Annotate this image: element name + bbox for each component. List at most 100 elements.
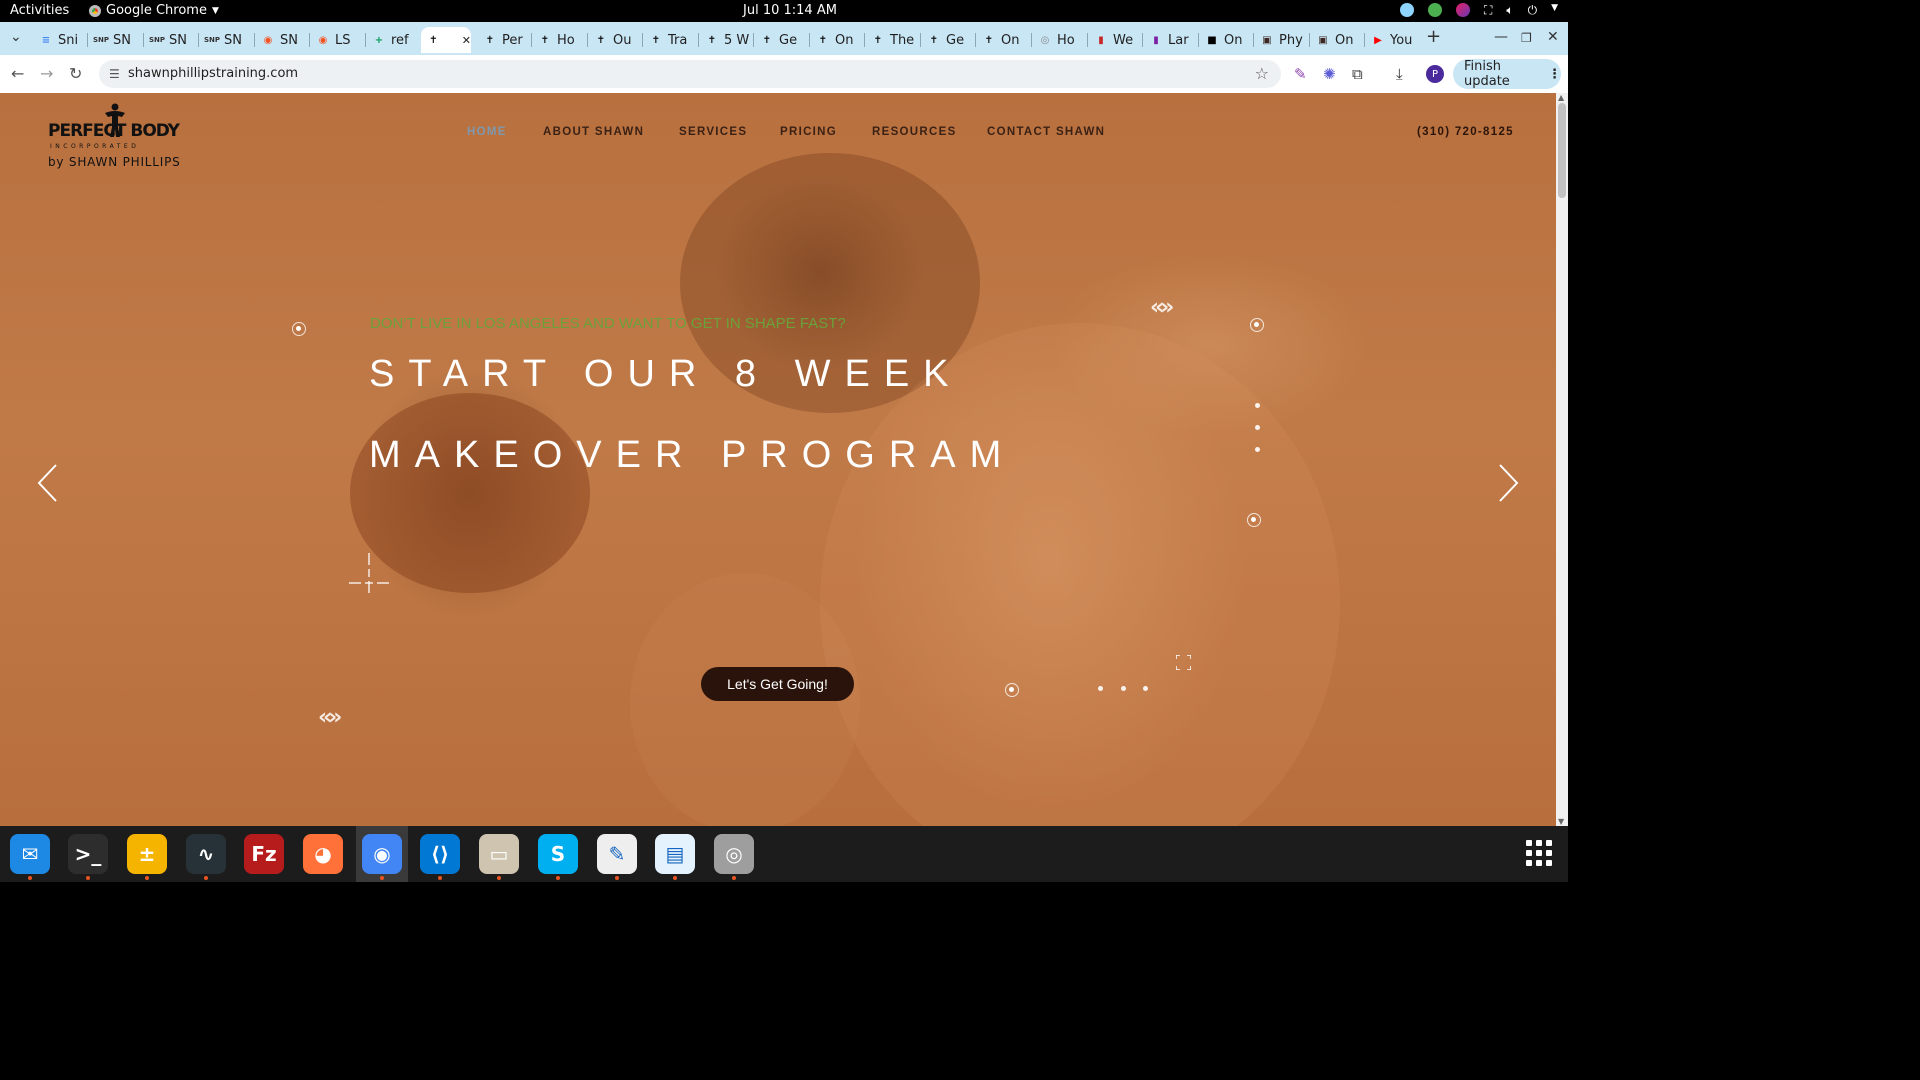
- scrollbar-thumb[interactable]: [1558, 103, 1566, 198]
- ring-decoration-icon: [292, 322, 306, 336]
- tab[interactable]: ◉ LS: [310, 27, 362, 53]
- tab[interactable]: + ref: [366, 27, 418, 53]
- tab[interactable]: ✝ ✕: [421, 27, 471, 53]
- tab-label: Ho: [557, 32, 575, 48]
- slider-dot[interactable]: [1121, 686, 1126, 691]
- tab[interactable]: ✝ Ge: [921, 27, 973, 53]
- chevron-down-icon[interactable]: ▼: [1551, 3, 1558, 17]
- tab-separator: [1198, 33, 1199, 47]
- site-info-icon[interactable]: ☰: [109, 67, 120, 81]
- filezilla-icon[interactable]: Fz: [244, 834, 284, 874]
- tab-label: On: [1224, 32, 1243, 48]
- site-icon: ✝: [651, 34, 661, 46]
- tab[interactable]: ▣ On: [1310, 27, 1362, 53]
- calculator-icon[interactable]: ±: [127, 834, 167, 880]
- nav-about-shawn[interactable]: ABOUT SHAWN: [543, 126, 644, 138]
- tab[interactable]: ✝ Per: [477, 27, 529, 53]
- tab[interactable]: ✝ Ge: [754, 27, 806, 53]
- scroll-up-icon[interactable]: ▲: [1558, 93, 1564, 102]
- slider-next-arrow-icon[interactable]: [1496, 463, 1520, 503]
- check-status-icon[interactable]: [1427, 3, 1442, 17]
- site-logo[interactable]: PERFECT BODY INCORPORATED by SHAWN PHILL…: [48, 103, 183, 171]
- vscode-icon[interactable]: ⟨⟩: [420, 834, 460, 880]
- skype-icon[interactable]: S: [538, 834, 578, 880]
- power-icon[interactable]: ⏻: [1528, 3, 1538, 17]
- page-scrollbar[interactable]: ▲ ▼: [1556, 93, 1568, 826]
- system-tray[interactable]: ⛶ 🔈︎ ⏻ ▼: [1399, 3, 1558, 17]
- tab[interactable]: ▣ Phy: [1254, 27, 1306, 53]
- thunderbird-icon[interactable]: ✉: [10, 834, 50, 880]
- sync-status-icon[interactable]: [1399, 3, 1414, 17]
- tab[interactable]: ✝ Tra: [643, 27, 695, 53]
- tab[interactable]: ▮ Lar: [1143, 27, 1195, 53]
- system-monitor-icon[interactable]: ∿: [186, 834, 226, 880]
- close-window-button[interactable]: ✕: [1547, 29, 1559, 45]
- tab[interactable]: ✝ On: [976, 27, 1028, 53]
- tab-label: On: [1335, 32, 1354, 48]
- extensions-icon[interactable]: ⧉: [1352, 65, 1363, 83]
- gear-extension-icon[interactable]: ✺: [1323, 65, 1336, 83]
- tab[interactable]: SNP SN: [144, 27, 196, 53]
- site-icon: ✝: [485, 34, 495, 46]
- tab[interactable]: ✝ On: [810, 27, 862, 53]
- scroll-down-icon[interactable]: ▼: [1558, 817, 1564, 826]
- lets-get-going-button[interactable]: Let's Get Going!: [701, 667, 854, 701]
- tab[interactable]: ≡ Sni: [33, 27, 85, 53]
- phone-link[interactable]: (310) 720-8125: [1417, 126, 1514, 138]
- tab[interactable]: ▮ We: [1088, 27, 1140, 53]
- activities-button[interactable]: Activities: [10, 3, 69, 18]
- tab[interactable]: ✝ The: [865, 27, 917, 53]
- forward-button[interactable]: →: [40, 64, 53, 83]
- files-icon[interactable]: ▭: [479, 834, 519, 880]
- clock[interactable]: Jul 10 1:14 AM: [743, 3, 837, 18]
- nav-contact-shawn[interactable]: CONTACT SHAWN: [987, 126, 1105, 138]
- colorful-extension-icon[interactable]: [1455, 3, 1470, 17]
- tab[interactable]: ◎ Ho: [1032, 27, 1084, 53]
- restore-button[interactable]: ❐: [1521, 31, 1532, 45]
- slider-dot[interactable]: [1098, 686, 1103, 691]
- pen-extension-icon[interactable]: ✎: [1294, 65, 1307, 83]
- text-editor-icon[interactable]: ✎: [597, 834, 637, 880]
- download-icon[interactable]: ⤓: [1396, 65, 1403, 83]
- tab[interactable]: ■ On: [1199, 27, 1251, 53]
- nav-resources[interactable]: RESOURCES: [872, 126, 957, 138]
- disk-icon[interactable]: ◎: [714, 834, 754, 880]
- reload-button[interactable]: ↻: [69, 64, 82, 83]
- network-icon[interactable]: ⛶: [1484, 3, 1492, 17]
- show-apps-icon[interactable]: [1526, 840, 1552, 866]
- back-button[interactable]: ←: [11, 64, 24, 83]
- logo-byline: by SHAWN PHILLIPS: [48, 155, 181, 169]
- volume-icon[interactable]: 🔈︎: [1506, 3, 1513, 17]
- tab[interactable]: SNP SN: [199, 27, 251, 53]
- finish-update-button[interactable]: Finish update ⋮: [1453, 59, 1561, 89]
- nav-services[interactable]: SERVICES: [679, 126, 747, 138]
- terminal-icon[interactable]: >_: [68, 834, 108, 880]
- dark-logo-icon: ▣: [1262, 34, 1272, 46]
- url-text[interactable]: shawnphillipstraining.com: [128, 66, 298, 81]
- tab[interactable]: ✝ Ou: [588, 27, 640, 53]
- new-tab-button[interactable]: +: [1426, 26, 1441, 47]
- tab-separator: [198, 33, 199, 47]
- document-viewer-icon[interactable]: ▤: [655, 834, 695, 880]
- tab[interactable]: ✝ 5 W: [699, 27, 751, 53]
- nav-pricing[interactable]: PRICING: [780, 126, 837, 138]
- firefox-icon[interactable]: ◕: [303, 834, 343, 874]
- tab[interactable]: ◉ SN: [255, 27, 307, 53]
- close-tab-icon[interactable]: ✕: [462, 34, 471, 47]
- tab-search-icon[interactable]: ⌄: [10, 29, 22, 45]
- app-menu[interactable]: Google Chrome ▼: [89, 3, 219, 18]
- chevrons-decoration-icon: ‹‹››: [1150, 295, 1174, 320]
- dot-decoration: [1255, 447, 1260, 452]
- bookmark-star-icon[interactable]: ☆: [1255, 64, 1269, 83]
- profile-avatar[interactable]: P: [1426, 65, 1444, 83]
- chrome-icon[interactable]: ◉: [362, 834, 402, 880]
- tab[interactable]: ✝ Ho: [532, 27, 584, 53]
- omnibox[interactable]: ☰ shawnphillipstraining.com ☆: [99, 60, 1281, 88]
- tab[interactable]: ▶ You: [1365, 27, 1417, 53]
- tab[interactable]: SNP SN: [88, 27, 140, 53]
- slider-dot[interactable]: [1143, 686, 1148, 691]
- slider-prev-arrow-icon[interactable]: [36, 463, 60, 503]
- minimize-button[interactable]: —: [1494, 29, 1508, 45]
- nav-home[interactable]: HOME: [467, 126, 507, 138]
- dock: ✉ >_ ± ∿ Fz ◕ ◉ ⟨⟩ ▭ S ✎ ▤ ◎: [0, 826, 1568, 882]
